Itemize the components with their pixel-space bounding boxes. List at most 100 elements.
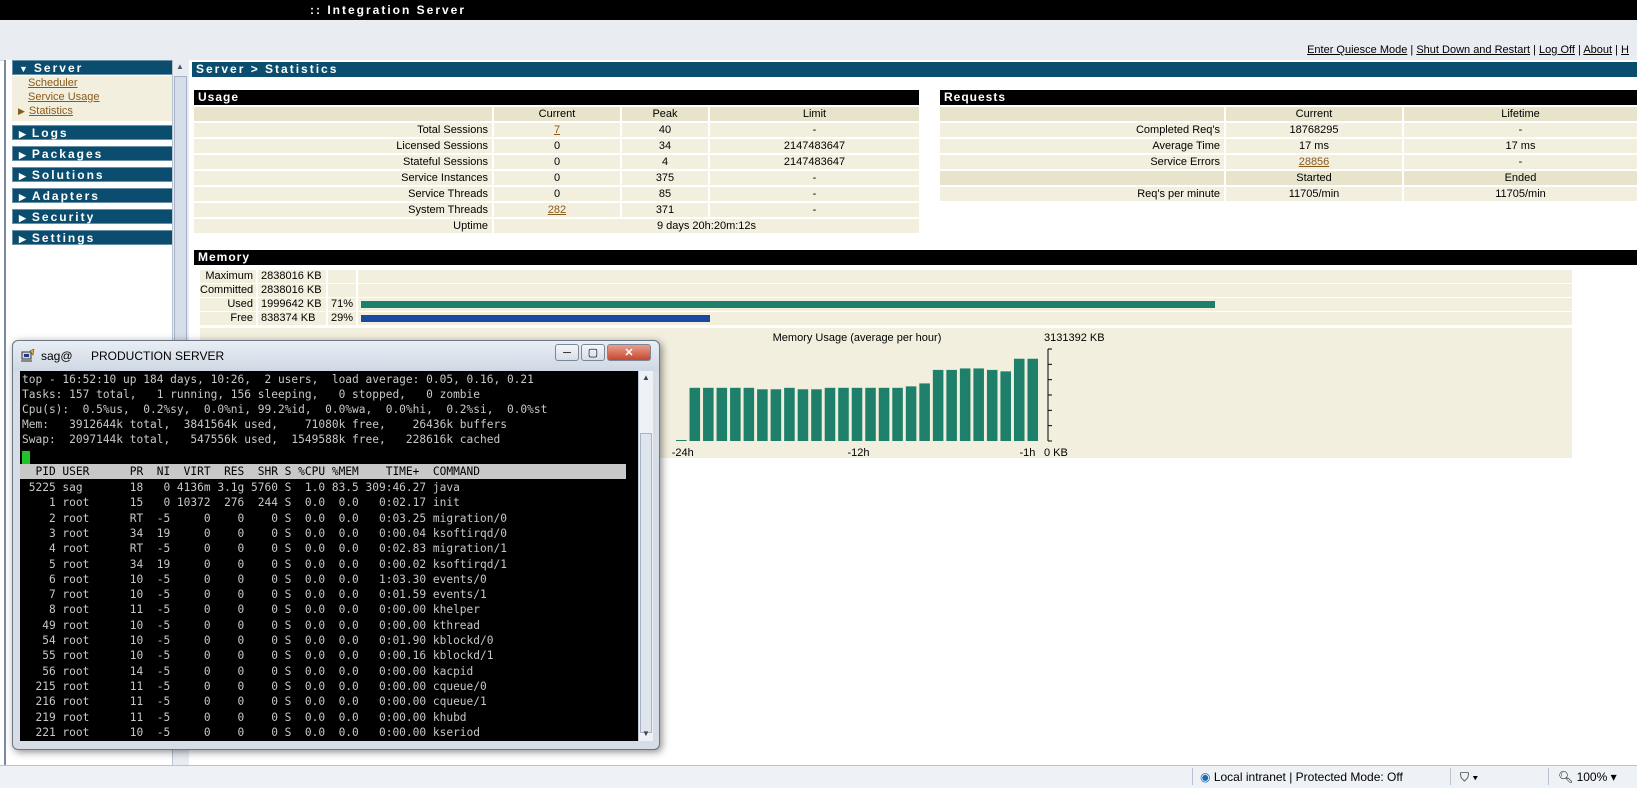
system-threads-link[interactable]: 282 [548, 204, 566, 216]
terminal-scroll-thumb[interactable] [640, 433, 652, 733]
chart-bar [986, 369, 998, 441]
nav-section-packages[interactable]: ▶ Packages [12, 146, 176, 161]
column-header: Current [494, 107, 620, 121]
memory-section-title: Memory [194, 250, 1637, 265]
cell-value: 0 [494, 171, 620, 185]
terminal-title-bar[interactable]: sag@ PRODUCTION SERVER ─ ▢ ✕ [13, 341, 659, 371]
row-label: Licensed Sessions [194, 139, 492, 153]
nav-section-settings[interactable]: ▶ Settings [12, 230, 176, 245]
nav-item-statistics[interactable]: ▶ Statistics [12, 104, 176, 118]
table-row: Service Threads 0 85 - [194, 187, 919, 201]
app-title: :: Integration Server [310, 3, 467, 17]
memory-label: Committed [200, 284, 256, 297]
chart-bar [811, 389, 822, 441]
scroll-up-icon[interactable]: ▲ [639, 371, 653, 385]
memory-value: 838374 KB [258, 312, 326, 325]
memory-bar-fill [361, 301, 1215, 308]
cell-value: - [1404, 123, 1637, 137]
chart-bar [716, 387, 728, 441]
top-summary-line: top - 16:52:10 up 184 days, 10:26, 2 use… [22, 373, 534, 386]
table-row: Service Errors 28856 - [940, 155, 1637, 169]
row-label: Service Instances [194, 171, 492, 185]
nav-section-security[interactable]: ▶ Security [12, 209, 176, 224]
minimize-button[interactable]: ─ [555, 344, 579, 361]
protected-mode-dropdown[interactable]: ⛉ ▾ [1460, 770, 1478, 785]
triangle-right-icon: ▶ [19, 150, 28, 160]
top-summary-line: Cpu(s): 0.5%us, 0.2%sy, 0.0%ni, 99.2%id,… [22, 403, 548, 416]
y-min-label: 0 KB [1044, 447, 1068, 458]
memory-bar-track [358, 284, 1572, 297]
column-header: Lifetime [1404, 107, 1637, 121]
browser-status-bar: ◉ Local intranet | Protected Mode: Off ⛉… [0, 765, 1637, 788]
nav-item-service-usage[interactable]: Service Usage [12, 90, 176, 104]
maximize-button[interactable]: ▢ [581, 344, 605, 361]
cell-value: 0 [494, 187, 620, 201]
cell-value: - [710, 203, 919, 217]
x-tick-label: -12h [847, 447, 869, 458]
process-row: 8 root 11 -5 0 0 0 S 0.0 0.0 0:00.00 khe… [22, 603, 481, 617]
process-row: 221 root 10 -5 0 0 0 S 0.0 0.0 0:00.00 k… [22, 725, 481, 739]
chart-bar [946, 369, 957, 441]
memory-label: Maximum [200, 270, 256, 283]
cell-value: 2147483647 [710, 139, 919, 153]
cell-value: 18768295 [1226, 123, 1402, 137]
triangle-right-icon: ▶ [19, 234, 28, 244]
close-button[interactable]: ✕ [607, 344, 651, 361]
total-sessions-link[interactable]: 7 [554, 124, 560, 136]
cell-value: 11705/min [1226, 187, 1402, 201]
terminal-scrollbar[interactable]: ▲ ▼ [638, 371, 653, 741]
process-row: 4 root RT -5 0 0 0 S 0.0 0.0 0:02.83 mig… [22, 542, 507, 556]
table-row: Req's per minute 11705/min 11705/min [940, 187, 1637, 201]
process-row: 3 root 34 19 0 0 0 S 0.0 0.0 0:00.04 kso… [22, 526, 507, 540]
memory-value: 2838016 KB [258, 270, 326, 283]
chart-bar [797, 389, 809, 441]
service-errors-link[interactable]: 28856 [1299, 156, 1330, 168]
chart-bar [959, 368, 971, 441]
column-header: Ended [1404, 171, 1637, 185]
help-link[interactable]: H [1621, 44, 1629, 56]
chart-bar [878, 387, 890, 441]
row-label: System Threads [194, 203, 492, 217]
process-row: 7 root 10 -5 0 0 0 S 0.0 0.0 0:01.59 eve… [22, 588, 487, 602]
cell-value: 0 [494, 155, 620, 169]
nav-scroll-thumb[interactable] [174, 76, 187, 356]
zoom-control[interactable]: 🔍︎ 100% ▾ [1558, 770, 1617, 784]
triangle-right-icon: ▶ [19, 171, 28, 181]
cell-value: 40 [622, 123, 708, 137]
cell-value: 17 ms [1404, 139, 1637, 153]
process-row: 54 root 10 -5 0 0 0 S 0.0 0.0 0:01.90 kb… [22, 634, 494, 647]
memory-percent [328, 270, 356, 283]
nav-section-server[interactable]: ▼ Server [12, 60, 176, 75]
triangle-down-icon: ▼ [19, 64, 30, 74]
process-row: 5 root 34 19 0 0 0 S 0.0 0.0 0:00.02 kso… [22, 557, 507, 571]
memory-bar-fill [361, 315, 710, 322]
nav-item-scheduler[interactable]: Scheduler [12, 76, 176, 90]
memory-label: Free [200, 312, 256, 325]
chart-bar [676, 440, 687, 441]
triangle-right-icon: ▶ [19, 129, 28, 139]
row-label: Total Sessions [194, 123, 492, 137]
row-label: Uptime [194, 219, 492, 233]
terminal-user: sag@ [41, 349, 73, 363]
nav-section-solutions[interactable]: ▶ Solutions [12, 167, 176, 182]
terminal-output[interactable]: top - 16:52:10 up 184 days, 10:26, 2 use… [20, 371, 638, 741]
log-off-link[interactable]: Log Off [1539, 44, 1575, 56]
nav-section-logs[interactable]: ▶ Logs [12, 125, 176, 140]
enter-quiesce-link[interactable]: Enter Quiesce Mode [1307, 44, 1407, 56]
server-submenu: Scheduler Service Usage ▶ Statistics [12, 76, 176, 121]
cell-value: - [710, 171, 919, 185]
chart-bar [905, 386, 917, 441]
chart-bar [689, 387, 701, 441]
nav-section-adapters[interactable]: ▶ Adapters [12, 188, 176, 203]
chart-bar [838, 387, 849, 441]
shutdown-restart-link[interactable]: Shut Down and Restart [1416, 44, 1530, 56]
security-zone[interactable]: ◉ Local intranet | Protected Mode: Off [1200, 770, 1403, 784]
memory-value: 2838016 KB [258, 284, 326, 297]
scroll-down-icon[interactable]: ▼ [639, 727, 653, 741]
cell-value: - [710, 187, 919, 201]
terminal-window[interactable]: sag@ PRODUCTION SERVER ─ ▢ ✕ top - 16:52… [12, 340, 660, 750]
requests-section-title: Requests [940, 90, 1637, 105]
cell-value: 85 [622, 187, 708, 201]
about-link[interactable]: About [1583, 44, 1612, 56]
scroll-up-icon[interactable]: ▲ [176, 62, 184, 71]
